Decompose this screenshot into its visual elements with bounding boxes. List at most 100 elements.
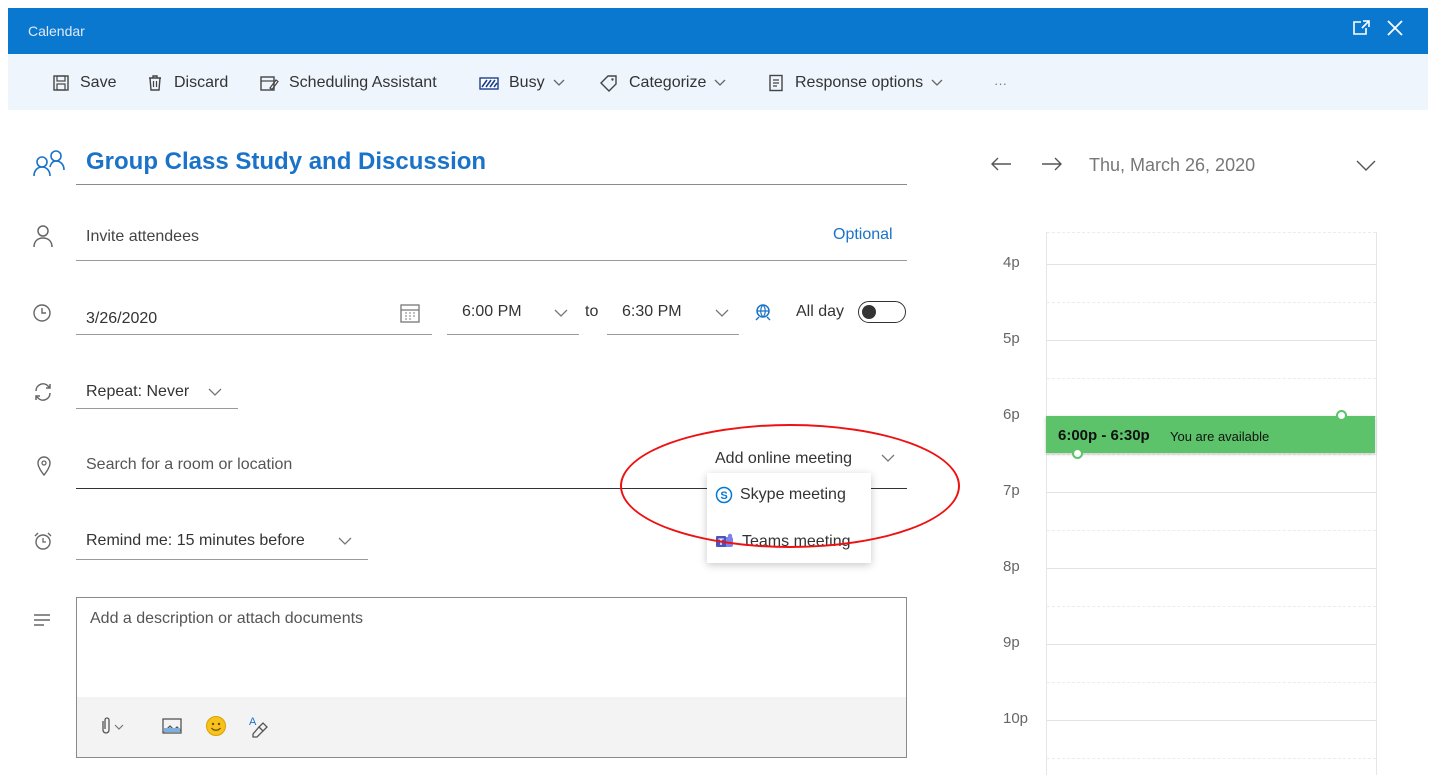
availability-status: You are available bbox=[1170, 429, 1270, 444]
formatting-bar: A bbox=[77, 697, 906, 757]
hour-line bbox=[1047, 568, 1376, 569]
close-icon[interactable] bbox=[1386, 19, 1404, 42]
reminder-underline bbox=[76, 559, 368, 560]
chevron-down-icon bbox=[338, 537, 352, 545]
chevron-down-icon[interactable] bbox=[1356, 160, 1376, 172]
repeat-icon bbox=[32, 381, 54, 408]
end-time-underline bbox=[607, 334, 739, 335]
window-title: Calendar bbox=[28, 23, 85, 39]
hour-label: 7p bbox=[1003, 482, 1020, 499]
save-label: Save bbox=[80, 74, 117, 91]
optional-attendees-link[interactable]: Optional bbox=[833, 226, 893, 244]
date-underline bbox=[76, 334, 432, 335]
hour-line bbox=[1047, 644, 1376, 645]
hour-line bbox=[1047, 720, 1376, 721]
location-pin-icon bbox=[36, 454, 52, 481]
show-as-busy-dropdown[interactable]: Busy bbox=[479, 72, 575, 94]
chevron-down-icon bbox=[553, 79, 565, 86]
window-titlebar: Calendar bbox=[8, 8, 1428, 54]
popout-icon[interactable] bbox=[1351, 19, 1371, 42]
end-time-dropdown[interactable]: 6:30 PM bbox=[622, 303, 682, 321]
tag-icon bbox=[600, 75, 617, 92]
attach-icon[interactable] bbox=[97, 716, 127, 741]
discard-button[interactable]: Discard bbox=[146, 72, 228, 94]
format-text-icon[interactable]: A bbox=[247, 714, 269, 743]
day-view-date[interactable]: Thu, March 26, 2020 bbox=[1089, 155, 1255, 176]
hour-line bbox=[1047, 492, 1376, 493]
busy-status-icon bbox=[479, 77, 499, 90]
next-day-arrow-icon[interactable] bbox=[1041, 156, 1063, 177]
half-hour-line bbox=[1047, 758, 1376, 759]
time-zone-icon[interactable] bbox=[752, 301, 774, 328]
repeat-dropdown[interactable]: Repeat: Never bbox=[86, 383, 189, 401]
insert-picture-icon[interactable] bbox=[161, 717, 183, 740]
reminder-dropdown[interactable]: Remind me: 15 minutes before bbox=[86, 532, 305, 550]
response-options-dropdown[interactable]: Response options bbox=[767, 72, 953, 94]
attendees-underline bbox=[76, 260, 907, 261]
hour-line bbox=[1047, 264, 1376, 265]
event-title-input[interactable]: Group Class Study and Discussion bbox=[86, 148, 486, 176]
half-hour-line bbox=[1047, 530, 1376, 531]
start-date-input[interactable]: 3/26/2020 bbox=[86, 310, 157, 328]
hour-label: 9p bbox=[1003, 634, 1020, 651]
person-icon bbox=[32, 224, 54, 253]
scheduling-assistant-icon bbox=[260, 76, 279, 91]
title-underline bbox=[76, 184, 907, 185]
svg-text:A: A bbox=[249, 716, 257, 728]
response-options-icon bbox=[769, 74, 783, 92]
event-resize-handle-top[interactable] bbox=[1336, 410, 1347, 421]
chevron-down-icon bbox=[208, 388, 222, 396]
all-day-label: All day bbox=[796, 303, 845, 320]
chevron-down-icon bbox=[931, 79, 943, 86]
chevron-down-icon bbox=[554, 309, 568, 317]
description-editor[interactable]: Add a description or attach documents A bbox=[76, 597, 907, 758]
trash-icon bbox=[149, 75, 161, 91]
hour-label: 4p bbox=[1003, 254, 1020, 271]
scheduling-assistant-button[interactable]: Scheduling Assistant bbox=[259, 72, 437, 94]
half-hour-line bbox=[1047, 378, 1376, 379]
text-lines-icon bbox=[32, 612, 52, 633]
chevron-down-icon bbox=[714, 79, 726, 86]
half-hour-line bbox=[1047, 454, 1376, 455]
calendar-picker-icon[interactable] bbox=[399, 302, 421, 329]
hour-label: 10p bbox=[1003, 710, 1029, 727]
busy-label: Busy bbox=[509, 74, 545, 91]
annotation-ellipse bbox=[620, 424, 960, 548]
hour-label: 8p bbox=[1003, 558, 1020, 575]
invite-attendees-input[interactable]: Invite attendees bbox=[86, 228, 199, 246]
half-hour-line bbox=[1047, 606, 1376, 607]
chevron-down-icon bbox=[715, 309, 729, 317]
previous-day-arrow-icon[interactable] bbox=[990, 156, 1012, 177]
all-day-toggle[interactable] bbox=[858, 301, 906, 323]
to-label: to bbox=[585, 303, 599, 320]
day-view-grid bbox=[1046, 232, 1377, 775]
categorize-dropdown[interactable]: Categorize bbox=[599, 72, 736, 94]
hour-label: 5p bbox=[1003, 330, 1020, 347]
calendar-event-block[interactable]: 6:00p - 6:30p You are available bbox=[1046, 416, 1375, 453]
more-options-button[interactable]: ··· bbox=[994, 72, 1007, 94]
save-icon bbox=[53, 75, 69, 91]
emoji-icon[interactable] bbox=[205, 715, 227, 742]
clock-icon bbox=[32, 303, 52, 328]
people-icon bbox=[32, 148, 68, 183]
command-toolbar: Save Discard Scheduling Assistant Busy C… bbox=[8, 54, 1428, 110]
categorize-label: Categorize bbox=[629, 74, 707, 91]
toggle-knob bbox=[862, 305, 876, 319]
half-hour-line bbox=[1047, 302, 1376, 303]
half-hour-line bbox=[1047, 232, 1376, 233]
response-options-label: Response options bbox=[795, 74, 924, 91]
scheduling-assistant-label: Scheduling Assistant bbox=[289, 74, 437, 91]
start-time-underline bbox=[447, 334, 579, 335]
hour-line bbox=[1047, 340, 1376, 341]
alarm-clock-icon bbox=[32, 530, 54, 557]
save-button[interactable]: Save bbox=[52, 72, 116, 94]
half-hour-line bbox=[1047, 682, 1376, 683]
event-resize-handle-bottom[interactable] bbox=[1072, 448, 1083, 459]
hour-label: 6p bbox=[1003, 406, 1020, 423]
discard-label: Discard bbox=[174, 74, 229, 91]
event-time-range: 6:00p - 6:30p bbox=[1058, 427, 1150, 444]
description-input[interactable]: Add a description or attach documents bbox=[90, 610, 363, 628]
location-search-input[interactable]: Search for a room or location bbox=[86, 456, 292, 474]
start-time-dropdown[interactable]: 6:00 PM bbox=[462, 303, 522, 321]
repeat-underline bbox=[76, 408, 238, 409]
